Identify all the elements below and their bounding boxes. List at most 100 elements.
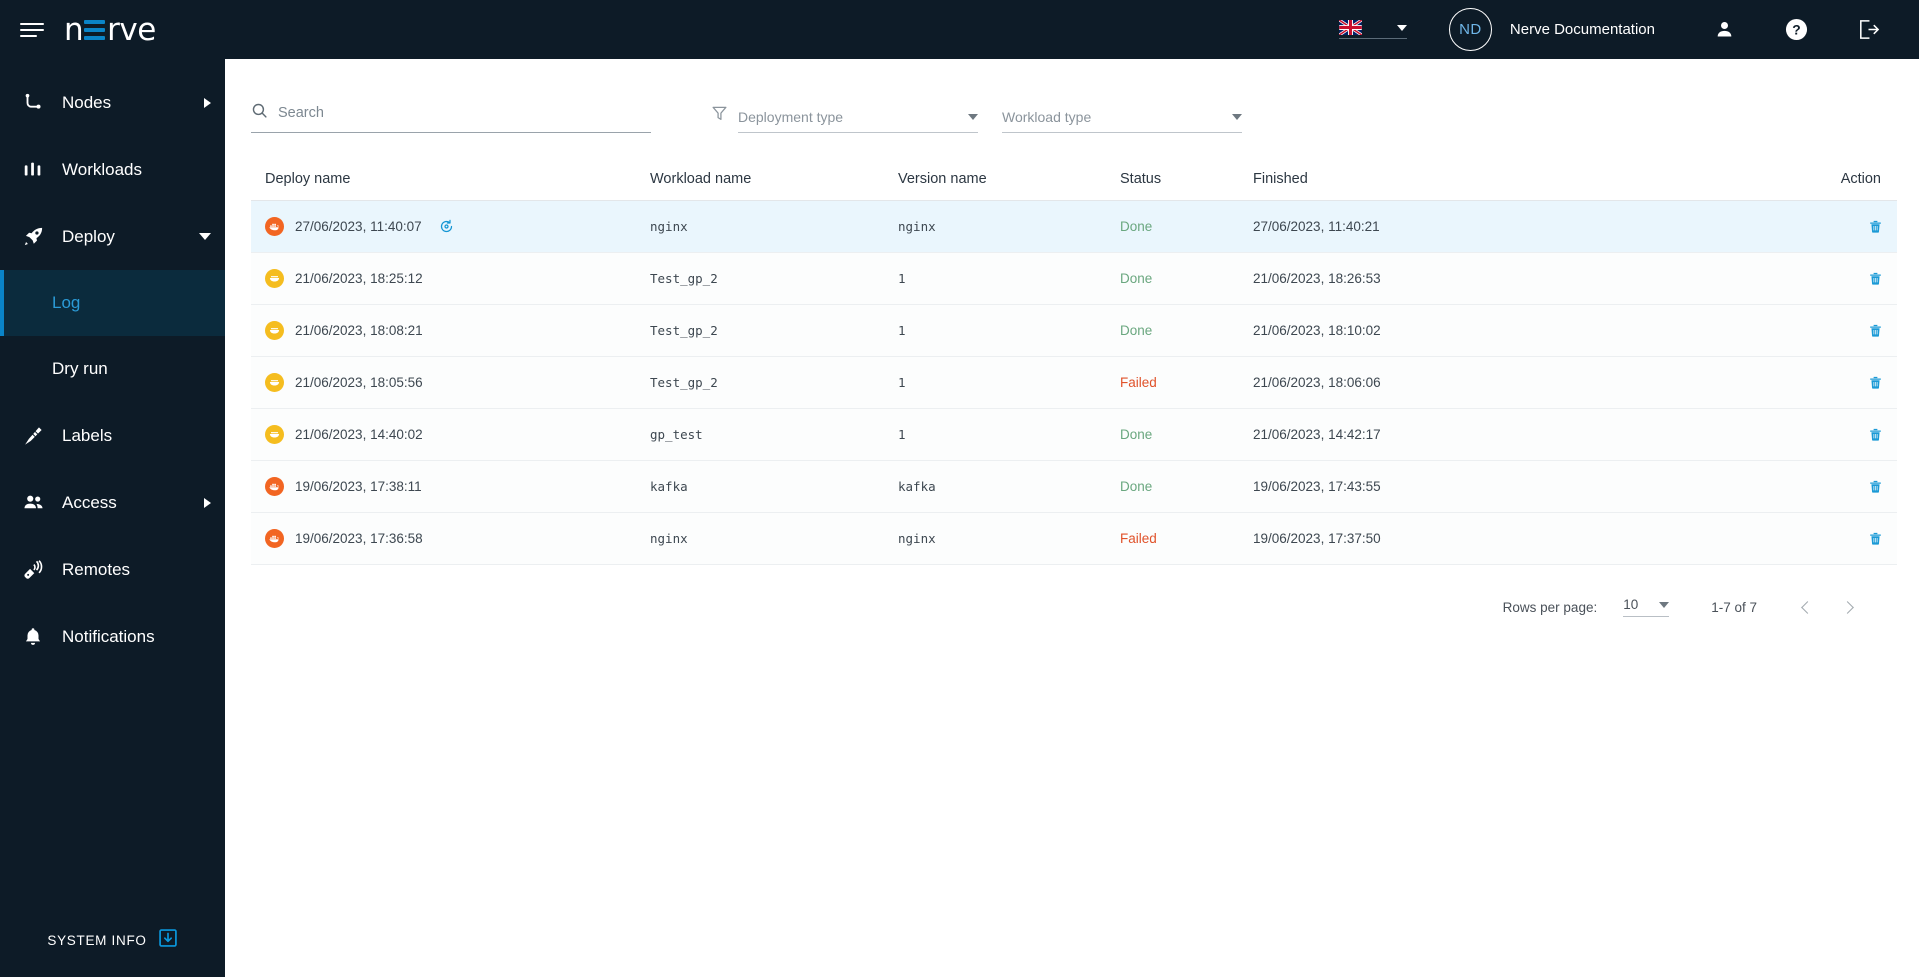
funnel-filter-icon xyxy=(711,104,728,127)
table-header-row: Deploy name Workload name Version name S… xyxy=(251,157,1897,201)
docker-icon xyxy=(265,217,284,236)
table-row[interactable]: 19/06/2023, 17:36:58 nginx nginx Failed … xyxy=(251,513,1897,565)
docker-compose-icon xyxy=(265,425,284,444)
cell-workload-name: gp_test xyxy=(650,427,703,442)
table-row[interactable]: 21/06/2023, 18:25:12 Test_gp_2 1 Done 21… xyxy=(251,253,1897,305)
sidebar: Nodes Workloads Deploy Log Dry run Label… xyxy=(0,59,225,977)
rows-per-page-value: 10 xyxy=(1623,597,1639,612)
column-header-status: Status xyxy=(1120,170,1162,187)
cell-action xyxy=(1553,426,1897,443)
status-badge: Failed xyxy=(1120,375,1157,390)
table-row[interactable]: 19/06/2023, 17:38:11 kafka kafka Done 19… xyxy=(251,461,1897,513)
sidebar-item-label: Access xyxy=(62,492,117,512)
rows-per-page-select[interactable]: 10 xyxy=(1623,597,1670,617)
access-users-icon xyxy=(22,491,56,514)
cell-action xyxy=(1553,530,1897,547)
notifications-bell-icon xyxy=(22,626,56,648)
nodes-icon xyxy=(22,92,56,114)
cell-version-name: 1 xyxy=(898,271,906,286)
user-icon[interactable] xyxy=(1711,17,1737,43)
status-badge: Failed xyxy=(1120,531,1157,546)
status-badge: Done xyxy=(1120,479,1153,494)
cell-finished: 21/06/2023, 18:26:53 xyxy=(1253,271,1381,286)
pagination-range: 1-7 of 7 xyxy=(1711,599,1757,615)
trash-icon[interactable] xyxy=(1868,270,1883,287)
avatar[interactable]: ND xyxy=(1448,8,1492,51)
workload-type-value: Workload type xyxy=(1002,109,1092,125)
previous-page-button[interactable] xyxy=(1787,587,1827,627)
logo-e-glyph xyxy=(84,19,106,41)
column-header-deploy-name: Deploy name xyxy=(265,170,351,187)
uk-flag-icon xyxy=(1338,20,1362,35)
trash-icon[interactable] xyxy=(1868,478,1883,495)
cell-action xyxy=(1553,270,1897,287)
sidebar-item-label: Notifications xyxy=(62,626,155,646)
sidebar-item-labels[interactable]: Labels xyxy=(0,402,225,469)
sidebar-subitem-dry-run[interactable]: Dry run xyxy=(0,336,225,402)
trash-icon[interactable] xyxy=(1868,530,1883,547)
help-icon[interactable]: ? xyxy=(1783,17,1809,43)
cell-workload-name: kafka xyxy=(650,479,688,494)
deploy-name-text: 21/06/2023, 18:05:56 xyxy=(295,375,423,390)
cell-workload-name: Test_gp_2 xyxy=(650,375,718,390)
trash-icon[interactable] xyxy=(1868,322,1883,339)
search-input[interactable] xyxy=(278,105,651,121)
chevron-right-icon xyxy=(204,97,211,108)
chevron-down-icon xyxy=(1232,114,1242,120)
sidebar-item-workloads[interactable]: Workloads xyxy=(0,136,225,203)
trash-icon[interactable] xyxy=(1868,218,1883,235)
sidebar-subitem-label: Log xyxy=(52,293,81,312)
redeploy-icon[interactable] xyxy=(439,219,454,234)
system-info-button[interactable]: SYSTEM INFO xyxy=(0,903,225,977)
docker-compose-icon xyxy=(265,373,284,392)
workload-type-select[interactable]: Workload type xyxy=(1002,109,1242,133)
table-row[interactable]: 21/06/2023, 18:08:21 Test_gp_2 1 Done 21… xyxy=(251,305,1897,357)
docker-icon xyxy=(265,529,284,548)
cell-finished: 27/06/2023, 11:40:21 xyxy=(1253,219,1380,234)
cell-workload-name: nginx xyxy=(650,531,688,546)
search-field[interactable] xyxy=(251,102,651,133)
logout-icon[interactable] xyxy=(1855,17,1881,43)
sidebar-item-deploy[interactable]: Deploy xyxy=(0,203,225,270)
sidebar-item-notifications[interactable]: Notifications xyxy=(0,603,225,670)
cell-action xyxy=(1553,374,1897,391)
sidebar-nav: Nodes Workloads Deploy Log Dry run Label… xyxy=(0,59,225,670)
cell-finished: 21/06/2023, 18:06:06 xyxy=(1253,375,1381,390)
cell-version-name: 1 xyxy=(898,323,906,338)
chevron-down-icon xyxy=(1659,601,1670,608)
table-row[interactable]: 21/06/2023, 14:40:02 gp_test 1 Done 21/0… xyxy=(251,409,1897,461)
cell-deploy-name: 21/06/2023, 18:08:21 xyxy=(265,321,650,340)
deploy-name-text: 27/06/2023, 11:40:07 xyxy=(295,219,422,234)
cell-action xyxy=(1553,218,1897,235)
table-row[interactable]: 21/06/2023, 18:05:56 Test_gp_2 1 Failed … xyxy=(251,357,1897,409)
trash-icon[interactable] xyxy=(1868,426,1883,443)
sidebar-item-label: Remotes xyxy=(62,559,131,579)
logo-text-start: n xyxy=(64,11,84,48)
cell-deploy-name: 19/06/2023, 17:36:58 xyxy=(265,529,650,548)
cell-deploy-name: 21/06/2023, 18:05:56 xyxy=(265,373,650,392)
top-bar-right: ND Nerve Documentation ? xyxy=(1338,0,1919,59)
column-header-finished: Finished xyxy=(1253,170,1308,187)
status-badge: Done xyxy=(1120,271,1153,286)
cell-deploy-name: 21/06/2023, 18:25:12 xyxy=(265,269,650,288)
next-page-button[interactable] xyxy=(1827,587,1867,627)
sidebar-subitem-log[interactable]: Log xyxy=(0,270,225,336)
labels-tag-icon xyxy=(22,425,56,447)
sidebar-item-remotes[interactable]: Remotes xyxy=(0,536,225,603)
hamburger-menu-icon[interactable] xyxy=(20,13,54,47)
table-row[interactable]: 27/06/2023, 11:40:07 nginx nginx Done 27… xyxy=(251,201,1897,253)
cell-finished: 19/06/2023, 17:37:50 xyxy=(1253,531,1381,546)
docker-icon xyxy=(265,477,284,496)
username-label: Nerve Documentation xyxy=(1509,21,1655,38)
language-selector[interactable] xyxy=(1338,20,1407,39)
cell-action xyxy=(1553,322,1897,339)
cell-workload-name: Test_gp_2 xyxy=(650,323,718,338)
sidebar-item-access[interactable]: Access xyxy=(0,469,225,536)
app-body: Nodes Workloads Deploy Log Dry run Label… xyxy=(0,59,1919,977)
search-icon xyxy=(251,102,268,124)
sidebar-item-nodes[interactable]: Nodes xyxy=(0,69,225,136)
remotes-icon xyxy=(22,558,56,581)
trash-icon[interactable] xyxy=(1868,374,1883,391)
deployment-type-select[interactable]: Deployment type xyxy=(738,109,978,133)
system-info-label: SYSTEM INFO xyxy=(47,932,147,948)
